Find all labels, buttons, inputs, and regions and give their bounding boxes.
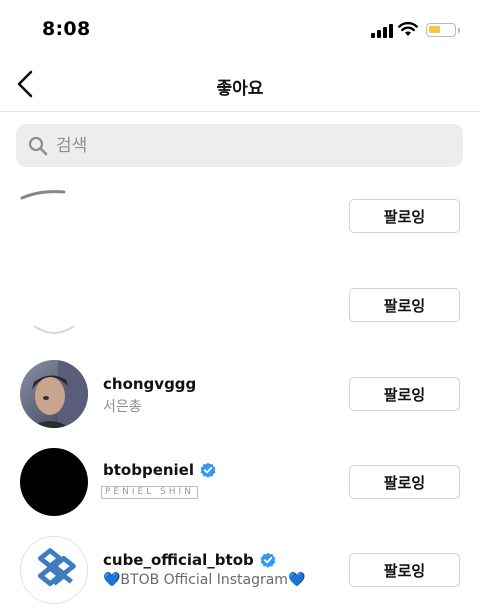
username: cube_official_btob: [103, 551, 254, 569]
avatar[interactable]: [20, 536, 88, 604]
avatar: [33, 325, 75, 334]
username[interactable]: chongvggg: [103, 375, 196, 393]
following-button[interactable]: 팔로잉: [349, 288, 460, 322]
list-item[interactable]: 팔로잉: [0, 172, 480, 260]
avatar: [20, 190, 66, 200]
wifi-icon: [398, 21, 418, 36]
avatar[interactable]: [20, 448, 88, 516]
following-button[interactable]: 팔로잉: [349, 465, 460, 499]
username-with-badge[interactable]: btobpeniel: [103, 461, 216, 479]
list-item[interactable]: cube_official_btob 💙BTOB Official Instag…: [0, 526, 480, 614]
status-time: 8:08: [42, 18, 91, 40]
list-item[interactable]: 팔로잉: [0, 260, 480, 348]
username: btobpeniel: [103, 461, 194, 479]
list-item[interactable]: btobpeniel PENIEL SHIN 팔로잉: [0, 438, 480, 526]
search-icon: [28, 136, 48, 156]
bio-text: 💙BTOB Official Instagram💙: [103, 572, 306, 588]
cellular-signal-icon: [371, 24, 393, 38]
page-title: 좋아요: [216, 79, 264, 99]
battery-icon: [426, 23, 460, 37]
btob-logo-icon: [37, 548, 76, 587]
search-input[interactable]: [56, 124, 451, 167]
bio-text: PENIEL SHIN: [101, 485, 198, 499]
following-button[interactable]: 팔로잉: [349, 377, 460, 411]
nav-header: 좋아요: [0, 58, 480, 112]
full-name: PENIEL SHIN: [101, 485, 198, 499]
verified-badge-icon: [200, 462, 216, 478]
following-button[interactable]: 팔로잉: [349, 553, 460, 587]
avatar[interactable]: [20, 360, 88, 428]
username-with-badge[interactable]: cube_official_btob: [103, 551, 276, 569]
status-bar: 8:08: [0, 0, 480, 58]
following-button[interactable]: 팔로잉: [349, 199, 460, 233]
full-name: 서은총: [103, 399, 142, 415]
search-bar[interactable]: [16, 124, 463, 167]
list-item[interactable]: chongvggg 서은총 팔로잉: [0, 350, 480, 438]
verified-badge-icon: [260, 552, 276, 568]
